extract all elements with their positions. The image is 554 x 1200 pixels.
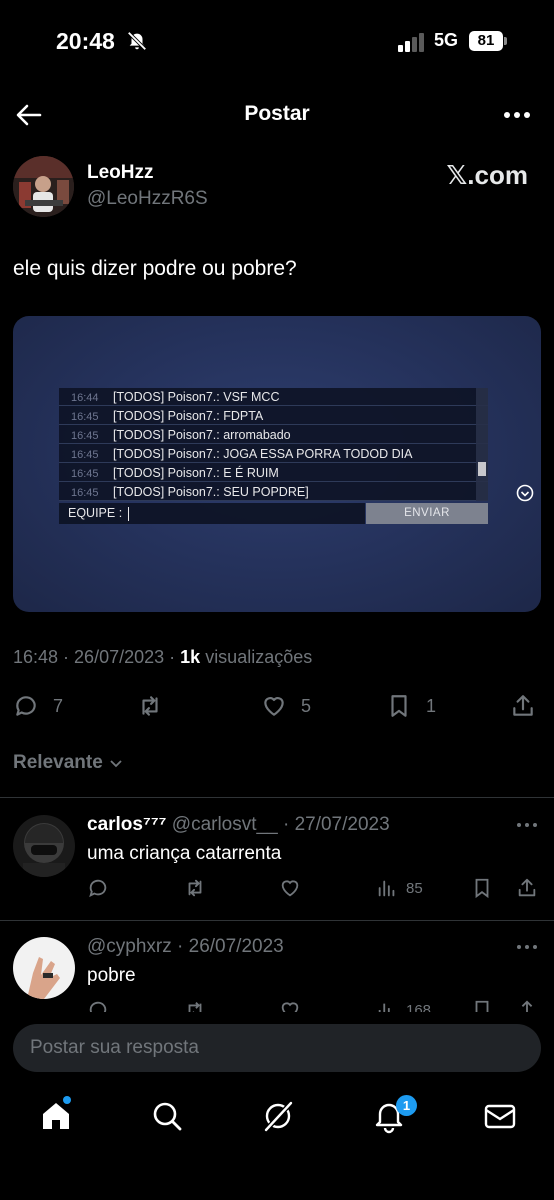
reply-button[interactable]: 7 — [13, 690, 63, 722]
reply-header: carlos⁷⁷⁷ @carlosvt__ · 27/07/2023 — [87, 814, 390, 835]
page-title: Postar — [244, 102, 310, 125]
reply-author-handle[interactable]: @carlosvt__ — [172, 814, 278, 835]
top-navigation: Postar — [0, 86, 554, 144]
views-button[interactable]: 85 — [376, 877, 423, 899]
heart-icon — [264, 697, 284, 716]
chat-line: 16:44 [TODOS] Poison7.: VSF MCC — [59, 388, 488, 406]
chat-input-field: EQUIPE : — [59, 503, 365, 524]
avatar-photo — [13, 815, 75, 877]
more-options-icon[interactable] — [516, 943, 538, 951]
notifications-badge: 1 — [396, 1095, 417, 1116]
bookmark-button[interactable]: 1 — [386, 690, 436, 722]
chat-scrollbar — [476, 388, 488, 501]
views-count[interactable]: 1k — [180, 647, 200, 667]
share-button[interactable] — [516, 877, 538, 899]
repost-button[interactable] — [137, 690, 177, 722]
reply-icon — [16, 696, 36, 716]
chat-line: 16:45 [TODOS] Poison7.: E É RUIM — [59, 464, 488, 482]
share-icon — [518, 878, 536, 897]
sort-label: Relevante — [13, 752, 103, 773]
chevron-down-icon — [110, 760, 122, 768]
like-count: 5 — [301, 695, 312, 716]
divider — [0, 797, 554, 798]
signal-icon — [398, 33, 424, 52]
repost-icon — [142, 696, 158, 716]
views-label: visualizações — [205, 647, 313, 667]
avatar-photo — [13, 937, 75, 999]
author-avatar[interactable] — [13, 156, 74, 217]
bookmark-icon — [475, 878, 489, 899]
game-chat-log: 16:44 [TODOS] Poison7.: VSF MCC 16:45 [TOD… — [59, 388, 488, 501]
messages-envelope-icon[interactable] — [482, 1098, 518, 1134]
more-options-icon[interactable] — [502, 102, 532, 128]
download-badge-icon[interactable] — [516, 484, 534, 502]
bookmark-icon — [391, 695, 407, 717]
post-media-image[interactable]: 16:44 [TODOS] Poison7.: VSF MCC 16:45 [TOD… — [13, 316, 541, 612]
repost-icon — [188, 879, 202, 897]
post-time: 16:48 — [13, 647, 59, 667]
post-meta: 16:48 · 26/07/2023 · 1k visualizações — [13, 647, 313, 667]
battery-tip — [504, 37, 507, 45]
like-button[interactable]: 5 — [261, 690, 311, 722]
reply-avatar[interactable] — [13, 937, 75, 999]
reply-text: pobre — [87, 965, 136, 986]
avatar-photo — [13, 156, 74, 217]
home-unread-dot — [63, 1096, 71, 1104]
post-text: ele quis dizer podre ou pobre? — [13, 257, 297, 280]
network-type: 5G — [434, 30, 459, 50]
reply-date: 26/07/2023 — [188, 936, 284, 957]
divider — [0, 920, 554, 921]
chat-scroll-thumb — [478, 462, 486, 476]
chat-line: 16:45 [TODOS] Poison7.: JOGA ESSA PORRA T… — [59, 445, 488, 463]
status-time: 20:48 — [56, 28, 115, 54]
author-handle[interactable]: @LeoHzzR6S — [87, 188, 208, 210]
search-icon[interactable] — [149, 1098, 185, 1134]
grok-icon[interactable] — [260, 1098, 296, 1134]
share-icon — [513, 695, 533, 716]
reply-button[interactable] — [87, 877, 109, 899]
reply-icon — [89, 879, 107, 898]
reply-author-handle[interactable]: @cyphxrz — [87, 936, 172, 957]
post-date: 26/07/2023 — [74, 647, 165, 667]
reply-count: 7 — [53, 695, 64, 716]
reply-header: @cyphxrz · 26/07/2023 — [87, 936, 284, 957]
reply-author-name[interactable]: carlos⁷⁷⁷ — [87, 814, 167, 835]
share-button[interactable] — [510, 690, 536, 722]
bookmark-button[interactable] — [471, 877, 493, 899]
chat-line: 16:45 [TODOS] Poison7.: arromabado — [59, 426, 488, 444]
status-bar: 20:48 5G 81 — [0, 0, 554, 84]
x-com-watermark: 𝕏.com — [446, 160, 528, 190]
sort-dropdown[interactable]: Relevante — [13, 752, 123, 774]
reply-date: 27/07/2023 — [294, 814, 390, 835]
bell-muted-icon — [127, 31, 147, 51]
views-count: 85 — [406, 879, 423, 897]
analytics-icon — [378, 880, 395, 897]
reply-text: uma criança catarrenta — [87, 843, 282, 864]
chat-send-button: ENVIAR — [366, 503, 488, 524]
heart-icon — [281, 880, 299, 897]
like-button[interactable] — [279, 877, 301, 899]
chat-line: 16:45 [TODOS] Poison7.: FDPTA — [59, 407, 488, 425]
reply-composer-input[interactable]: Postar sua resposta — [13, 1024, 541, 1072]
chat-line: 16:45 [TODOS] Poison7.: SEU POPDRE] — [59, 483, 488, 501]
author-name[interactable]: LeoHzz — [87, 162, 154, 184]
battery-icon: 81 — [469, 31, 503, 51]
repost-button[interactable] — [184, 877, 206, 899]
more-options-icon[interactable] — [516, 821, 538, 829]
reply-avatar[interactable] — [13, 815, 75, 877]
bookmark-count: 1 — [426, 695, 437, 716]
